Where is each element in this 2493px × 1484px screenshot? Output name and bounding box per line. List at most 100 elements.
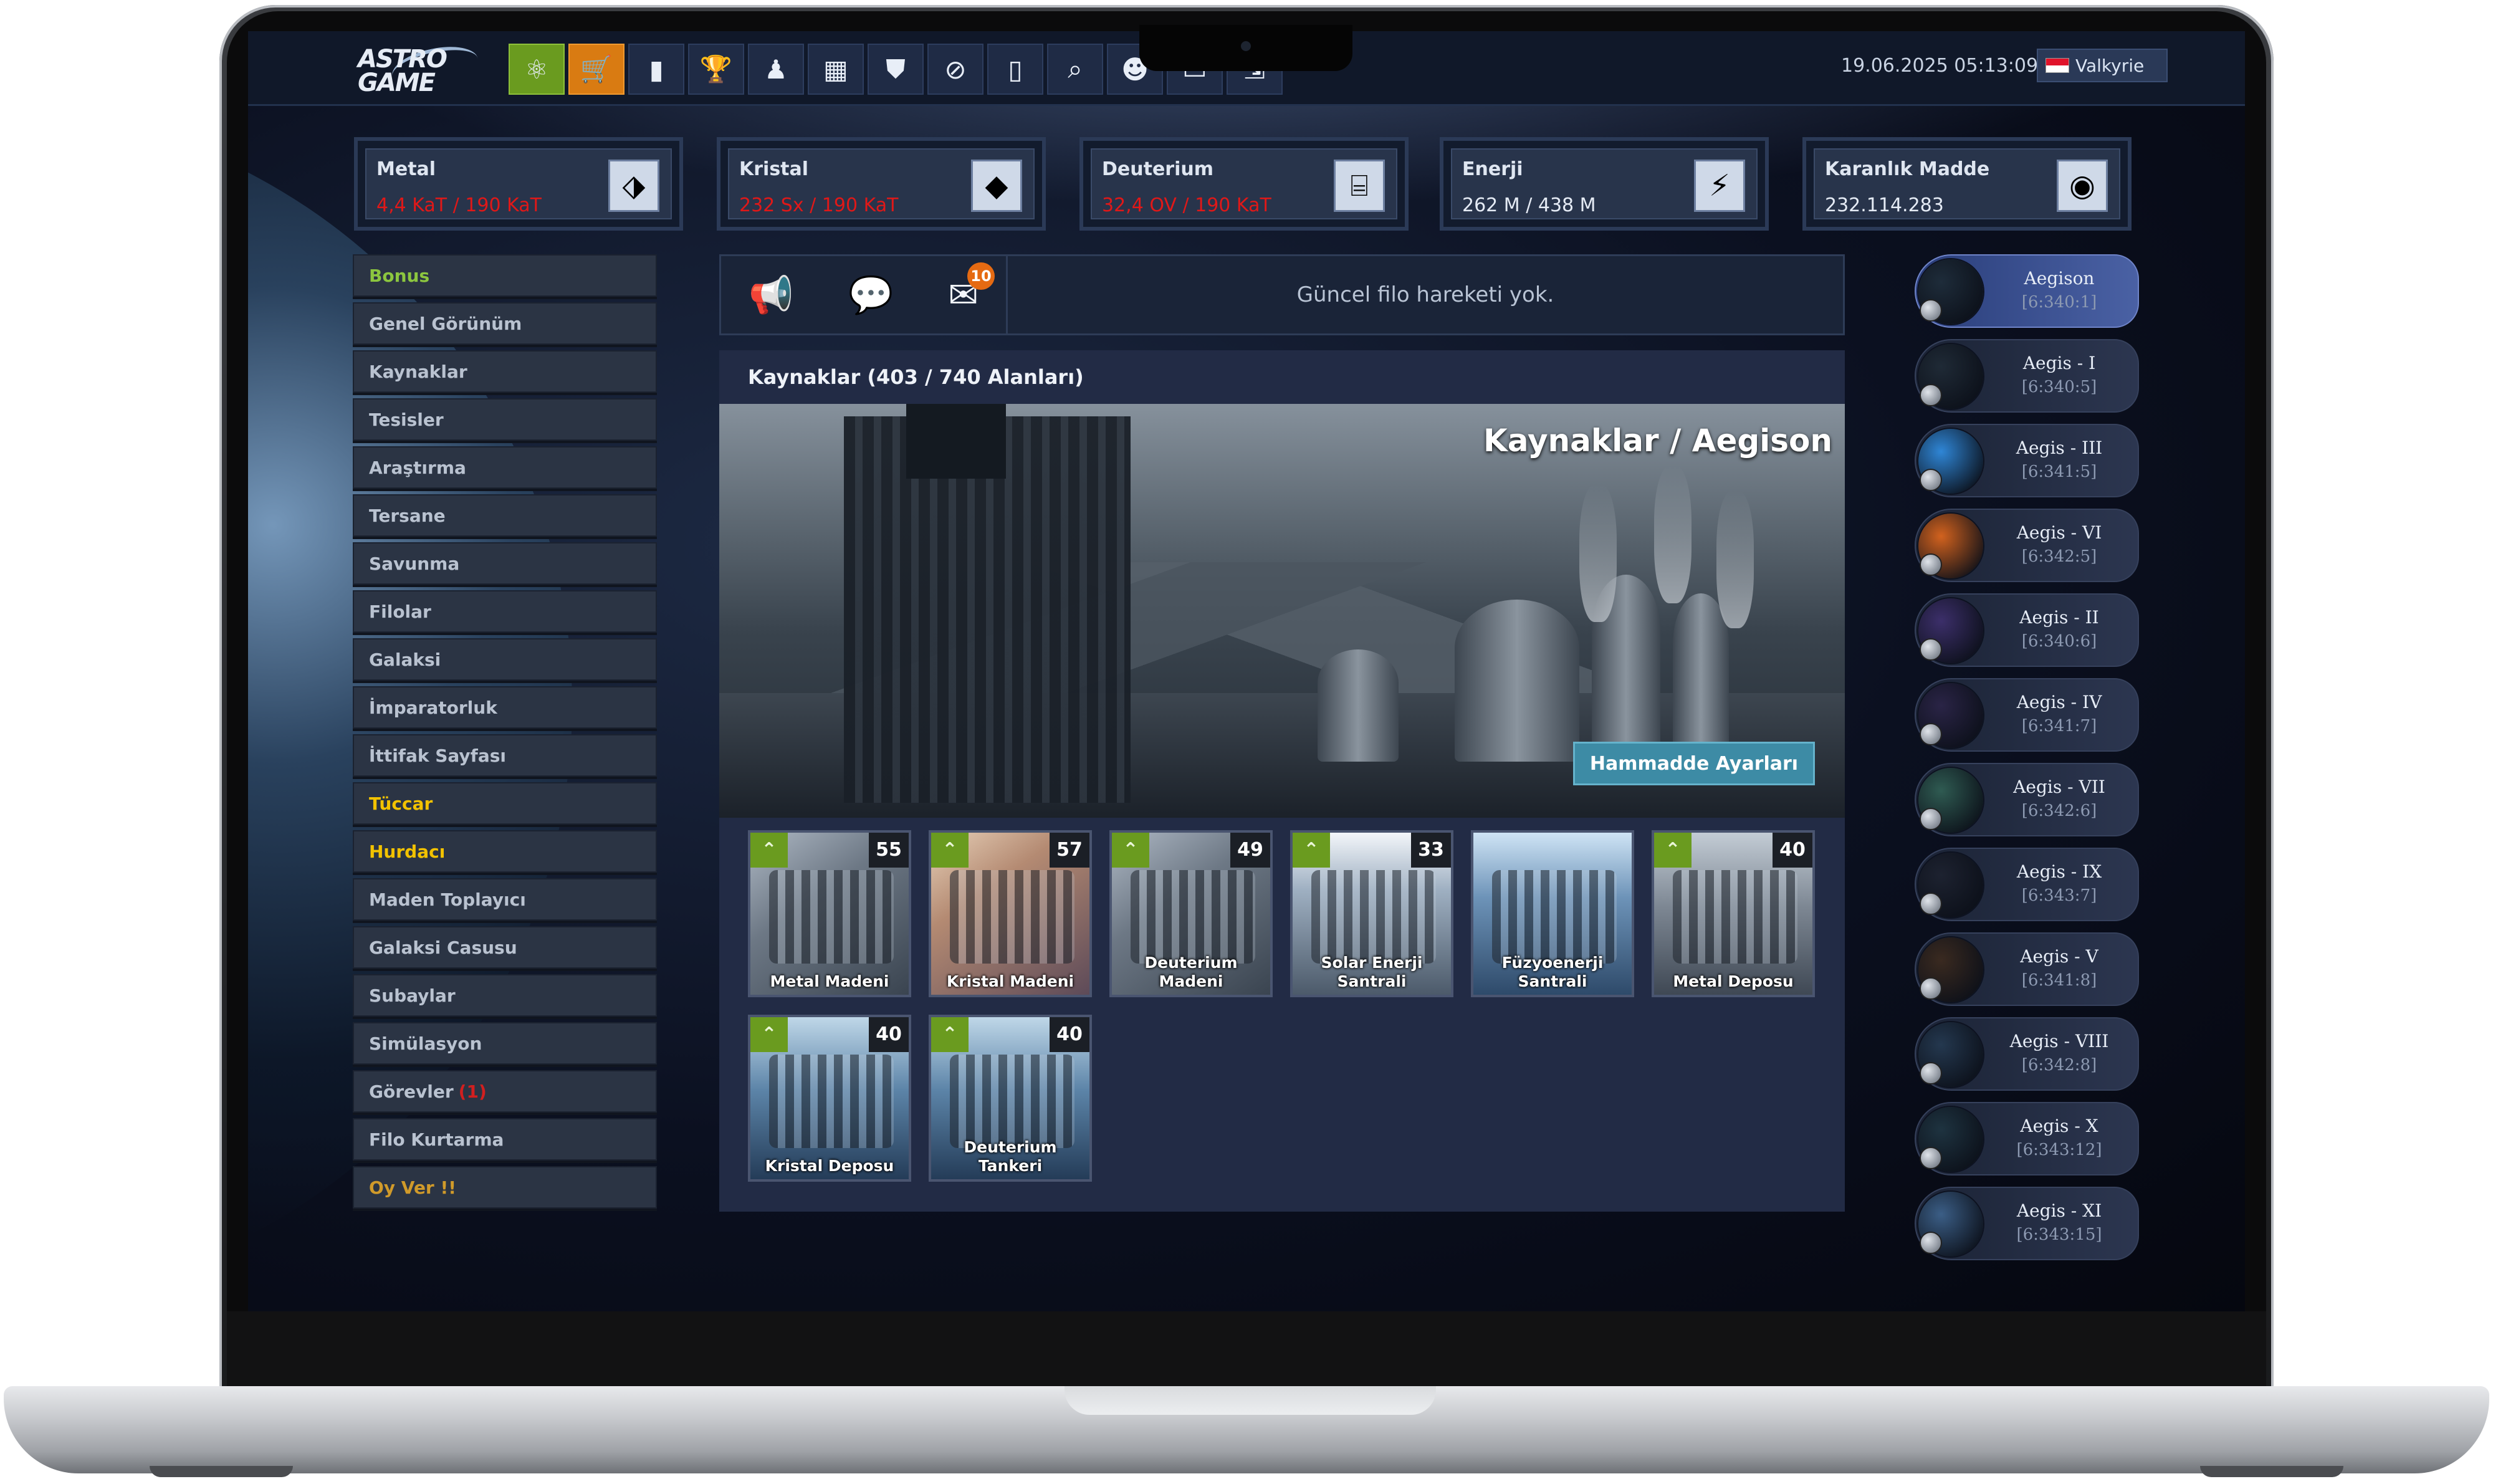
resource-name: Karanlık Madde: [1825, 158, 1990, 180]
moon-icon[interactable]: [1920, 469, 1942, 491]
upgrade-icon[interactable]: ⌃: [931, 833, 969, 868]
galaxy-icon[interactable]: ⚛: [509, 44, 565, 95]
menu-item-label: Galaksi: [369, 649, 441, 670]
planet-item[interactable]: Aegis - IX [6:343:7]: [1915, 848, 2139, 921]
stats-icon[interactable]: ▮: [628, 44, 684, 95]
menu-item[interactable]: İmparatorluk: [353, 686, 657, 731]
building-image: [1311, 870, 1436, 964]
moon-icon[interactable]: [1920, 723, 1942, 745]
moon-icon[interactable]: [1920, 638, 1942, 661]
planet-item[interactable]: Aegis - IV [6:341:7]: [1915, 678, 2139, 752]
menu-item[interactable]: Oy Ver !!: [353, 1166, 657, 1211]
laptop-foot: [2200, 1466, 2343, 1477]
hero-factory-top: [906, 404, 1006, 479]
moon-icon[interactable]: [1920, 1232, 1942, 1254]
raw-material-settings-button[interactable]: Hammadde Ayarları: [1573, 742, 1815, 785]
menu-item[interactable]: Genel Görünüm: [353, 302, 657, 347]
hero-tank: [1318, 649, 1399, 762]
menu-item[interactable]: Filolar: [353, 590, 657, 635]
planet-item[interactable]: Aegis - I [6:340:5]: [1915, 339, 2139, 413]
building-card[interactable]: ⌃ 55 Metal Madeni: [748, 830, 911, 997]
building-card[interactable]: ⌃ 40 Kristal Deposu: [748, 1015, 911, 1182]
planet-item[interactable]: Aegis - X [6:343:12]: [1915, 1102, 2139, 1175]
planet-item[interactable]: Aegis - VI [6:342:5]: [1915, 509, 2139, 582]
moon-icon[interactable]: [1920, 977, 1942, 1000]
resource-name: Kristal: [739, 158, 809, 180]
building-card[interactable]: ⌃ 33 Solar Enerji Santrali: [1290, 830, 1453, 997]
menu-item[interactable]: Filo Kurtarma: [353, 1118, 657, 1163]
menu-item[interactable]: Görevler (1): [353, 1070, 657, 1115]
moon-icon[interactable]: [1920, 1062, 1942, 1084]
menu-item[interactable]: Subaylar: [353, 974, 657, 1019]
mail-icon[interactable]: ✉ 10: [948, 262, 995, 316]
user-chip[interactable]: Valkyrie: [2037, 49, 2168, 82]
metal-icon[interactable]: ⬗: [608, 160, 659, 212]
planet-coord: [6:341:8]: [2021, 971, 2097, 990]
resource-inner: Kristal 232 Sx / 190 KaT ◆: [728, 148, 1035, 219]
planet-name: Aegis - VII: [2013, 777, 2105, 797]
moon-icon[interactable]: [1920, 299, 1942, 322]
energy-icon[interactable]: ⚡: [1694, 160, 1745, 212]
menu-item[interactable]: Galaksi: [353, 638, 657, 683]
menu-item[interactable]: Tüccar: [353, 782, 657, 827]
megaphone-icon[interactable]: 📢: [749, 274, 793, 317]
planet-name: Aegis - II: [2019, 607, 2099, 628]
hero-smoke: [1654, 466, 1692, 603]
moon-icon[interactable]: [1920, 893, 1942, 915]
moon-icon[interactable]: [1920, 1147, 1942, 1169]
calculator-icon[interactable]: ▦: [808, 44, 864, 95]
upgrade-icon[interactable]: ⌃: [750, 833, 788, 868]
resource-0: Metal 4,4 KaT / 190 KaT ⬗: [354, 137, 683, 231]
moon-icon[interactable]: [1920, 384, 1942, 406]
chat-icon[interactable]: 💬: [848, 274, 893, 317]
menu-item[interactable]: Hurdacı: [353, 830, 657, 875]
menu-item-label: Simülasyon: [369, 1033, 482, 1054]
menu-item[interactable]: Simülasyon: [353, 1022, 657, 1067]
upgrade-icon[interactable]: ⌃: [1654, 833, 1692, 868]
upgrade-icon[interactable]: ⌃: [931, 1017, 969, 1052]
menu-item[interactable]: Tersane: [353, 494, 657, 539]
building-card[interactable]: ⌃ 49 Deuterium Madeni: [1109, 830, 1273, 997]
menu-badge: (1): [458, 1081, 487, 1102]
book-icon[interactable]: ▯: [987, 44, 1043, 95]
moon-icon[interactable]: [1920, 808, 1942, 830]
upgrade-icon[interactable]: ⌃: [1293, 833, 1330, 868]
menu-item[interactable]: Kaynaklar: [353, 350, 657, 395]
menu-item[interactable]: Araştırma: [353, 446, 657, 491]
menu-item[interactable]: Maden Toplayıcı: [353, 878, 657, 923]
planet-item[interactable]: Aegis - XI [6:343:15]: [1915, 1187, 2139, 1260]
planet-item[interactable]: Aegis - VII [6:342:6]: [1915, 763, 2139, 836]
shop-icon[interactable]: 🛒: [568, 44, 624, 95]
logo[interactable]: ASTRO GAME: [354, 40, 482, 96]
planet-coord: [6:343:12]: [2016, 1141, 2102, 1159]
deuterium-icon[interactable]: ⌸: [1334, 160, 1385, 212]
building-card[interactable]: Füzyoenerji Santrali: [1471, 830, 1634, 997]
officer-icon[interactable]: ♟: [748, 44, 804, 95]
menu-item[interactable]: Galaksi Casusu: [353, 926, 657, 971]
planet-item[interactable]: Aegis - III [6:341:5]: [1915, 424, 2139, 497]
planet-item[interactable]: Aegison [6:340:1]: [1915, 254, 2139, 328]
menu-item[interactable]: Savunma: [353, 542, 657, 587]
menu-item[interactable]: Bonus: [353, 254, 657, 299]
menu-item-label: Kaynaklar: [369, 361, 467, 382]
search-icon[interactable]: ⌕: [1047, 44, 1103, 95]
planet-item[interactable]: Aegis - II [6:340:6]: [1915, 593, 2139, 667]
building-card[interactable]: ⌃ 40 Metal Deposu: [1652, 830, 1815, 997]
resource-name: Metal: [376, 158, 436, 180]
crystal-icon[interactable]: ◆: [971, 160, 1022, 212]
building-level: 57: [1050, 833, 1089, 868]
upgrade-icon[interactable]: ⌃: [750, 1017, 788, 1052]
planet-item[interactable]: Aegis - V [6:341:8]: [1915, 932, 2139, 1006]
upgrade-icon[interactable]: ⌃: [1112, 833, 1149, 868]
planet-item[interactable]: Aegis - VIII [6:342:8]: [1915, 1017, 2139, 1091]
moon-icon[interactable]: [1920, 553, 1942, 576]
left-menu: Bonus Genel Görünüm Kaynaklar Tesisler Araşt…: [353, 254, 657, 1214]
dark-matter-icon[interactable]: ◉: [2057, 160, 2108, 212]
building-card[interactable]: ⌃ 40 Deuterium Tankeri: [929, 1015, 1092, 1182]
building-card[interactable]: ⌃ 57 Kristal Madeni: [929, 830, 1092, 997]
shield-icon[interactable]: ⛊: [868, 44, 924, 95]
menu-item[interactable]: Tesisler: [353, 398, 657, 443]
ban-icon[interactable]: ⊘: [927, 44, 983, 95]
trophy-icon[interactable]: 🏆: [688, 44, 744, 95]
menu-item[interactable]: İttifak Sayfası: [353, 734, 657, 779]
